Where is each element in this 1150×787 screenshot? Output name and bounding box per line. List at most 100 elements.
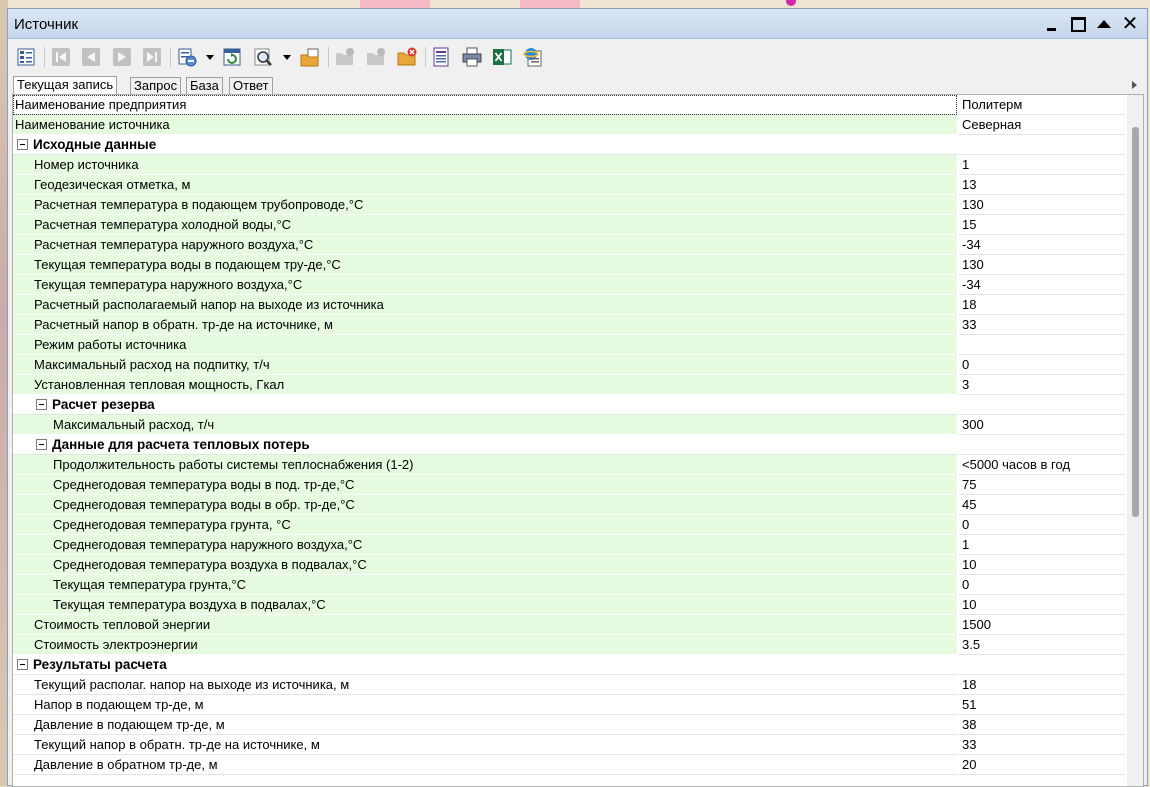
minimize-button[interactable] bbox=[1042, 15, 1060, 33]
property-row[interactable]: Геодезическая отметка, м 13 bbox=[13, 175, 1125, 195]
property-value[interactable]: 130 bbox=[959, 195, 1125, 215]
filter-dropdown-arrow[interactable] bbox=[206, 55, 214, 60]
property-row[interactable]: Расчетная температура наружного воздуха,… bbox=[13, 235, 1125, 255]
property-value[interactable]: Северная bbox=[959, 115, 1125, 135]
property-value[interactable]: 1500 bbox=[959, 615, 1125, 635]
refresh-button[interactable] bbox=[220, 45, 244, 69]
property-value[interactable]: 3 bbox=[959, 375, 1125, 395]
find-button[interactable] bbox=[251, 45, 275, 69]
property-value[interactable]: 300 bbox=[959, 415, 1125, 435]
property-value[interactable]: 0 bbox=[959, 575, 1125, 595]
property-value[interactable]: -34 bbox=[959, 275, 1125, 295]
previous-record-button[interactable] bbox=[79, 45, 103, 69]
property-value[interactable] bbox=[959, 335, 1125, 355]
map-road bbox=[360, 0, 430, 8]
property-row[interactable]: Расчетный располагаемый напор на выходе … bbox=[13, 295, 1125, 315]
property-value[interactable]: 130 bbox=[959, 255, 1125, 275]
property-value[interactable]: 38 bbox=[959, 715, 1125, 735]
property-value[interactable]: 18 bbox=[959, 295, 1125, 315]
property-row[interactable]: Наименование предприятия Политерм bbox=[13, 95, 1125, 115]
export-web-button[interactable] bbox=[521, 45, 545, 69]
property-value[interactable]: 75 bbox=[959, 475, 1125, 495]
property-row[interactable]: Давление в обратном тр-де, м 20 bbox=[13, 755, 1125, 775]
property-value[interactable]: 1 bbox=[959, 535, 1125, 555]
property-value[interactable]: -34 bbox=[959, 235, 1125, 255]
property-value[interactable]: 33 bbox=[959, 735, 1125, 755]
apply-folder-button[interactable] bbox=[333, 45, 357, 69]
property-row[interactable]: Стоимость тепловой энергии 1500 bbox=[13, 615, 1125, 635]
property-value[interactable]: Политерм bbox=[959, 95, 1125, 115]
property-value[interactable]: <5000 часов в год bbox=[959, 455, 1125, 475]
add-folder-button[interactable] bbox=[364, 45, 388, 69]
property-row[interactable]: Среднегодовая температура грунта, °C 0 bbox=[13, 515, 1125, 535]
property-value[interactable]: 20 bbox=[959, 755, 1125, 775]
property-row[interactable]: Среднегодовая температура наружного возд… bbox=[13, 535, 1125, 555]
tab-answer[interactable]: Ответ bbox=[229, 77, 273, 94]
property-value[interactable]: 0 bbox=[959, 515, 1125, 535]
property-value[interactable]: 1 bbox=[959, 155, 1125, 175]
property-row[interactable]: Продолжительность работы системы теплосн… bbox=[13, 455, 1125, 475]
open-document-button[interactable] bbox=[298, 45, 322, 69]
property-row[interactable]: Расчетный напор в обратн. тр-де на источ… bbox=[13, 315, 1125, 335]
group-row-source-data[interactable]: Исходные данные bbox=[13, 135, 1125, 155]
property-row[interactable]: Давление в подающем тр-де, м 38 bbox=[13, 715, 1125, 735]
filter-selection-button[interactable] bbox=[175, 45, 199, 69]
property-value[interactable]: 45 bbox=[959, 495, 1125, 515]
property-row[interactable]: Текущая температура наружного воздуха,°C… bbox=[13, 275, 1125, 295]
property-row[interactable]: Текущая температура воздуха в подвалах,°… bbox=[13, 595, 1125, 615]
properties-view-button[interactable] bbox=[14, 45, 38, 69]
property-row[interactable]: Номер источника 1 bbox=[13, 155, 1125, 175]
property-value[interactable]: 10 bbox=[959, 595, 1125, 615]
collapse-toggle-icon[interactable] bbox=[17, 139, 28, 150]
last-record-button[interactable] bbox=[140, 45, 164, 69]
group-row-reserve[interactable]: Расчет резерва bbox=[13, 395, 1125, 415]
property-value[interactable]: 0 bbox=[959, 355, 1125, 375]
collapse-up-button[interactable] bbox=[1095, 15, 1113, 33]
property-row[interactable]: Максимальный расход, т/ч 300 bbox=[13, 415, 1125, 435]
property-row[interactable]: Напор в подающем тр-де, м 51 bbox=[13, 695, 1125, 715]
property-row[interactable]: Текущая температура воды в подающем тру-… bbox=[13, 255, 1125, 275]
find-dropdown-arrow[interactable] bbox=[283, 55, 291, 60]
property-value[interactable]: 33 bbox=[959, 315, 1125, 335]
delete-folder-button[interactable] bbox=[395, 45, 419, 69]
property-name: Текущий располаг. напор на выходе из ист… bbox=[13, 675, 957, 695]
tab-base[interactable]: База bbox=[186, 77, 223, 94]
property-row[interactable]: Расчетная температура в подающем трубопр… bbox=[13, 195, 1125, 215]
property-row[interactable]: Текущая температура грунта,°C 0 bbox=[13, 575, 1125, 595]
property-value[interactable]: 13 bbox=[959, 175, 1125, 195]
close-button[interactable]: ✕ bbox=[1121, 15, 1139, 33]
tab-current-record[interactable]: Текущая запись bbox=[13, 76, 117, 94]
property-value[interactable]: 18 bbox=[959, 675, 1125, 695]
property-value[interactable]: 51 bbox=[959, 695, 1125, 715]
print-button[interactable] bbox=[460, 45, 484, 69]
property-row[interactable]: Среднегодовая температура воздуха в подв… bbox=[13, 555, 1125, 575]
vertical-scrollbar[interactable] bbox=[1127, 95, 1144, 787]
property-row[interactable]: Среднегодовая температура воды в под. тр… bbox=[13, 475, 1125, 495]
collapse-toggle-icon[interactable] bbox=[36, 439, 47, 450]
property-value[interactable]: 15 bbox=[959, 215, 1125, 235]
tab-query[interactable]: Запрос bbox=[130, 77, 181, 94]
collapse-toggle-icon[interactable] bbox=[36, 399, 47, 410]
report-button[interactable] bbox=[429, 45, 453, 69]
tab-scroll-right-button[interactable] bbox=[1125, 76, 1143, 94]
property-row[interactable]: Максимальный расход на подпитку, т/ч 0 bbox=[13, 355, 1125, 375]
property-row[interactable]: Наименование источника Северная bbox=[13, 115, 1125, 135]
property-value[interactable]: 3.5 bbox=[959, 635, 1125, 655]
collapse-toggle-icon[interactable] bbox=[17, 659, 28, 670]
maximize-button[interactable] bbox=[1069, 15, 1087, 33]
group-row-heat-loss[interactable]: Данные для расчета тепловых потерь bbox=[13, 435, 1125, 455]
property-row[interactable]: Установленная тепловая мощность, Гкал 3 bbox=[13, 375, 1125, 395]
property-row[interactable]: Режим работы источника bbox=[13, 335, 1125, 355]
magnifier-icon bbox=[253, 47, 273, 67]
property-row[interactable]: Текущий располаг. напор на выходе из ист… bbox=[13, 675, 1125, 695]
property-row[interactable]: Текущий напор в обратн. тр-де на источни… bbox=[13, 735, 1125, 755]
property-row[interactable]: Расчетная температура холодной воды,°C 1… bbox=[13, 215, 1125, 235]
scrollbar-thumb[interactable] bbox=[1132, 127, 1139, 517]
next-record-button[interactable] bbox=[110, 45, 134, 69]
property-row[interactable]: Среднегодовая температура воды в обр. тр… bbox=[13, 495, 1125, 515]
property-row[interactable]: Стоимость электроэнергии 3.5 bbox=[13, 635, 1125, 655]
first-record-button[interactable] bbox=[49, 45, 73, 69]
property-value[interactable]: 10 bbox=[959, 555, 1125, 575]
group-row-results[interactable]: Результаты расчета bbox=[13, 655, 1125, 675]
export-excel-button[interactable] bbox=[490, 45, 514, 69]
